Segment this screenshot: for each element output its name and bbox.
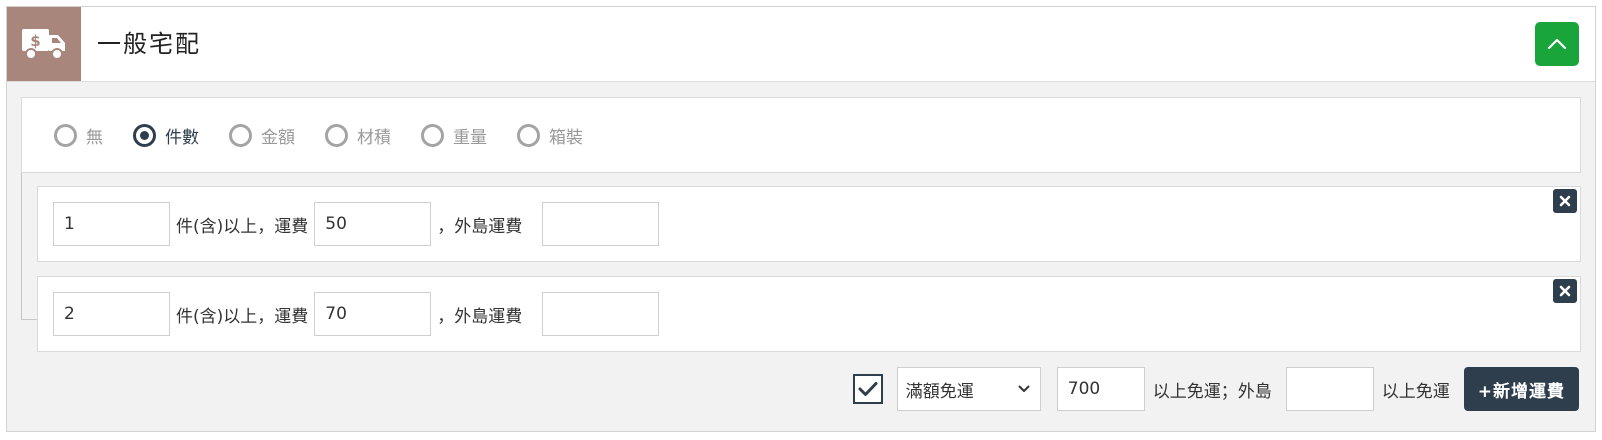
delivery-truck-dollar-icon: $ bbox=[7, 7, 81, 81]
shipping-rule-row: 件(含)以上，運費 ，外島運費 bbox=[37, 186, 1581, 262]
chevron-down-icon bbox=[1018, 385, 1030, 392]
radio-label: 金額 bbox=[261, 127, 295, 148]
radio-label: 重量 bbox=[453, 127, 487, 148]
shipping-fee-input[interactable] bbox=[314, 292, 432, 336]
rule-label-from: 件(含)以上，運費 bbox=[176, 306, 309, 327]
island-free-threshold-input[interactable] bbox=[1285, 367, 1374, 411]
radio-option-quantity[interactable]: 件數 bbox=[133, 123, 199, 148]
radio-label: 箱裝 bbox=[549, 127, 583, 148]
radio-button[interactable] bbox=[54, 123, 77, 147]
rule-label-island: ，外島運費 bbox=[437, 306, 523, 327]
rule-label-island: ，外島運費 bbox=[437, 216, 523, 237]
free-threshold-input[interactable] bbox=[1056, 367, 1145, 411]
free-shipping-type-select[interactable]: 滿額免運 bbox=[896, 367, 1041, 411]
radio-label: 材積 bbox=[357, 127, 391, 148]
radio-button[interactable] bbox=[229, 123, 252, 147]
checkmark-icon bbox=[858, 382, 878, 396]
section-title: 一般宅配 bbox=[97, 30, 201, 58]
island-free-label: 以上免運 bbox=[1381, 381, 1450, 402]
free-shipping-bar: 滿額免運 以上免運；外島 以上免運 +新增運費 bbox=[852, 367, 1579, 411]
island-fee-input[interactable] bbox=[542, 202, 660, 246]
panel-header: $ 一般宅配 bbox=[7, 7, 1595, 82]
radio-label: 件數 bbox=[165, 127, 199, 148]
shipping-fee-input[interactable] bbox=[314, 202, 432, 246]
remove-rule-button[interactable] bbox=[1553, 189, 1577, 213]
shipping-rule-row: 件(含)以上，運費 ，外島運費 bbox=[37, 276, 1581, 352]
calc-type-selector: 無 件數 金額 材積 重量 箱裝 bbox=[21, 97, 1581, 173]
radio-button[interactable] bbox=[517, 123, 540, 147]
radio-button[interactable] bbox=[421, 123, 444, 147]
radio-option-volume[interactable]: 材積 bbox=[325, 123, 391, 148]
radio-option-none[interactable]: 無 bbox=[54, 123, 103, 148]
free-shipping-checkbox[interactable] bbox=[852, 374, 883, 404]
collapse-button[interactable] bbox=[1535, 22, 1579, 66]
remove-rule-button[interactable] bbox=[1553, 279, 1577, 303]
svg-text:$: $ bbox=[30, 32, 40, 50]
radio-option-amount[interactable]: 金額 bbox=[229, 123, 295, 148]
close-icon bbox=[1559, 285, 1571, 297]
radio-option-weight[interactable]: 重量 bbox=[421, 123, 487, 148]
shipping-panel: $ 一般宅配 無 件數 金額 材積 重量 箱裝 1 件(含)以上，運費 50 ，… bbox=[6, 6, 1596, 432]
island-fee-input[interactable] bbox=[542, 292, 660, 336]
add-shipping-rule-button[interactable]: +新增運費 bbox=[1463, 367, 1579, 411]
close-icon bbox=[1559, 195, 1571, 207]
min-quantity-input[interactable] bbox=[53, 202, 170, 246]
radio-label: 無 bbox=[86, 127, 103, 148]
radio-option-box[interactable]: 箱裝 bbox=[517, 123, 583, 148]
radio-button[interactable] bbox=[325, 123, 348, 147]
min-quantity-input[interactable] bbox=[53, 292, 170, 336]
rule-label-from: 件(含)以上，運費 bbox=[176, 216, 309, 237]
calc-type-radio-group: 無 件數 金額 材積 重量 箱裝 bbox=[54, 98, 613, 172]
free-label: 以上免運；外島 bbox=[1152, 381, 1272, 402]
radio-button-checked[interactable] bbox=[133, 123, 156, 147]
select-value: 滿額免運 bbox=[905, 381, 974, 402]
chevron-up-icon bbox=[1547, 38, 1567, 50]
